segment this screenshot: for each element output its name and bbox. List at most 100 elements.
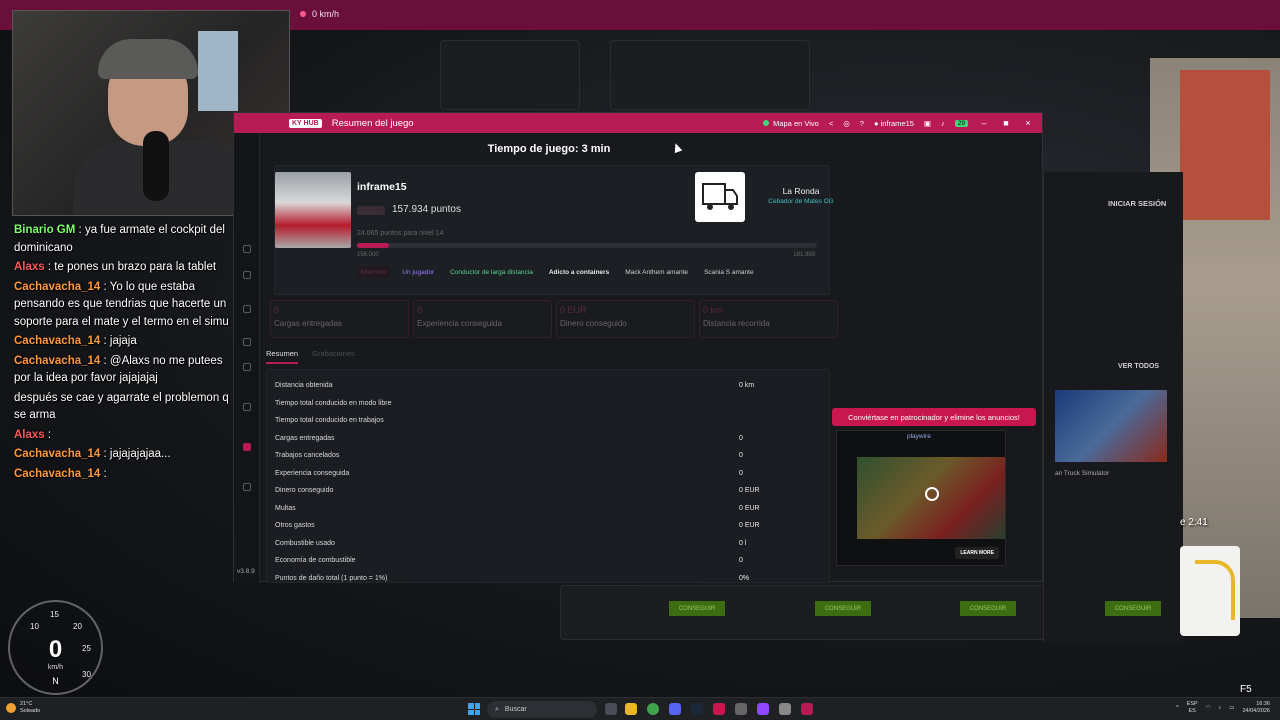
app-icon[interactable] [713, 703, 725, 715]
chat-separator: : [100, 354, 110, 367]
see-all-link[interactable]: VER TODOS [1118, 363, 1159, 370]
trucky-icon[interactable] [801, 703, 813, 715]
weather-temp: 21°C [20, 701, 33, 707]
chat-message: Cachavacha_14 : [14, 466, 236, 484]
chat-username[interactable]: Cachavacha_14 [14, 335, 100, 347]
chrome-icon[interactable] [647, 703, 659, 715]
table-row: Trabajos cancelados 0 [275, 447, 823, 464]
chat-username[interactable]: Alaxs [14, 261, 45, 273]
sidebar-settings-icon[interactable] [243, 483, 251, 491]
company-name[interactable]: La Ronda [751, 186, 851, 196]
chat-message: Cachavacha_14 : Yo lo que estaba pensand… [14, 279, 236, 332]
sidebar-trucks-icon[interactable] [243, 363, 251, 371]
chat-separator: : [100, 280, 110, 293]
bell-icon[interactable]: ♪ [941, 119, 945, 128]
battery-icon[interactable]: ▭ [1229, 705, 1234, 711]
volume-icon[interactable]: ♪ [1219, 705, 1222, 711]
globe-icon[interactable]: ◎ [843, 119, 850, 128]
ad-video[interactable]: playwire LEARN MORE [836, 430, 1006, 566]
row-value: 0 l [739, 539, 747, 547]
sidebar-summary-icon[interactable] [243, 443, 251, 451]
row-value: 0 EUR [739, 504, 760, 512]
chat-username[interactable]: Cachavacha_14 [14, 355, 100, 367]
row-label: Dinero conseguido [275, 487, 334, 494]
get-button[interactable]: CONSEGUIR [960, 601, 1016, 616]
sponsor-banner[interactable]: Conviértase en patrocinador y elimine lo… [832, 408, 1036, 426]
achievement-tags: Miembro Un jugador Conductor de larga dist… [357, 267, 758, 278]
minimize-icon[interactable]: – [978, 118, 990, 128]
avatar[interactable] [275, 172, 351, 248]
sidebar-tools-icon[interactable] [243, 403, 251, 411]
chat-icon[interactable]: ▣ [924, 119, 931, 128]
tab-grabaciones[interactable]: Grabaciones [312, 349, 355, 364]
user-menu[interactable]: ● inframe15 [874, 119, 914, 128]
tab-resumen[interactable]: Resumen [266, 349, 299, 364]
get-button[interactable]: CONSEGUIR [669, 601, 725, 616]
row-label: Distancia obtenida [275, 382, 333, 389]
chat-username[interactable]: Cachavacha_14 [14, 468, 100, 480]
clock-date: 24/04/2026 [1242, 708, 1270, 714]
chat-username[interactable]: Binario GM [14, 224, 75, 236]
chevron-up-icon[interactable]: ^ [1176, 705, 1179, 711]
chat-separator: : [75, 224, 85, 236]
gps-route [1195, 560, 1235, 620]
taskbar-search[interactable]: ⌕ Buscar [487, 701, 597, 718]
learn-more-button[interactable]: LEARN MORE [955, 547, 999, 559]
hub-title-bar[interactable]: KY HUB Resumen del juego Mapa en Vivo < … [234, 113, 1042, 133]
speedo-tick: 20 [73, 622, 82, 631]
twitch-icon[interactable] [757, 703, 769, 715]
app-icon[interactable] [735, 703, 747, 715]
achievement-tag[interactable]: Mack Anthem amante [621, 267, 692, 278]
table-row: Dinero conseguido 0 EUR [275, 482, 823, 499]
taskbar-clock[interactable]: 16:36 24/04/2026 [1242, 701, 1270, 715]
achievement-tag[interactable]: Un jugador [398, 267, 438, 278]
game-tile[interactable] [1055, 390, 1167, 462]
start-button[interactable] [468, 703, 480, 715]
row-label: Puntos de daño total (1 punto = 1%) [275, 574, 388, 582]
row-label: Combustible usado [275, 539, 335, 547]
playtime-heading: Tiempo de juego: 3 min [487, 143, 611, 155]
task-view-icon[interactable] [605, 703, 617, 715]
get-button[interactable]: CONSEGUIR [1105, 601, 1161, 616]
discord-icon[interactable] [669, 703, 681, 715]
wifi-icon[interactable]: ◠ [1206, 705, 1211, 711]
chat-username[interactable]: Cachavacha_14 [14, 281, 100, 293]
sidebar-dashboard-icon[interactable] [243, 245, 251, 253]
weather-text: 21°C Soleado [20, 701, 40, 715]
steam-icon[interactable] [691, 703, 703, 715]
replay-icon[interactable] [925, 487, 939, 501]
app-icon[interactable] [779, 703, 791, 715]
weather-widget[interactable]: 21°C Soleado [6, 701, 40, 715]
get-button[interactable]: CONSEGUIR [815, 601, 871, 616]
table-row: Multas 0 EUR [275, 500, 823, 517]
weather-desc: Soleado [20, 708, 41, 714]
language-indicator[interactable]: ESP ES [1187, 701, 1198, 715]
achievement-tag[interactable]: Adicto a containers [545, 267, 613, 278]
app-version: v3.8.9 [237, 568, 255, 575]
row-value: 0 [739, 469, 743, 477]
login-link[interactable]: INICIAR SESIÓN [1108, 199, 1166, 208]
sidebar-map-icon[interactable] [243, 271, 251, 279]
company-logo[interactable] [695, 172, 745, 222]
sidebar-jobs-icon[interactable] [243, 305, 251, 313]
achievement-tag[interactable]: Conductor de larga distancia [446, 267, 537, 278]
maximize-icon[interactable]: ■ [1000, 118, 1012, 128]
achievement-tag[interactable]: Scania S amante [700, 267, 758, 278]
live-map-button[interactable]: Mapa en Vivo [763, 119, 819, 128]
chat-username[interactable]: Alaxs [14, 429, 45, 441]
close-icon[interactable]: × [1022, 118, 1034, 128]
file-explorer-icon[interactable] [625, 703, 637, 715]
achievement-tag[interactable]: Miembro [357, 267, 391, 278]
notification-count: 29 [954, 119, 968, 127]
help-icon[interactable]: ? [860, 119, 864, 128]
chat-message: Cachavacha_14 : @Alaxs no me putees por … [14, 353, 236, 388]
truck-icon [702, 183, 738, 210]
system-tray: ^ ESP ES ◠ ♪ ▭ 16:36 24/04/2026 [1176, 701, 1270, 715]
sidebar-stats-icon[interactable] [243, 338, 251, 346]
speed-value: 0 [48, 636, 63, 663]
row-label: Tiempo total conducido en modo libre [275, 399, 392, 407]
desktop-background: 0 km/h INICIAR SESIÓN VER TODOS an Truck… [0, 0, 1280, 720]
share-icon[interactable]: < [829, 119, 833, 128]
table-row: Cargas entregadas 0 [275, 430, 823, 447]
chat-username[interactable]: Cachavacha_14 [14, 448, 100, 460]
